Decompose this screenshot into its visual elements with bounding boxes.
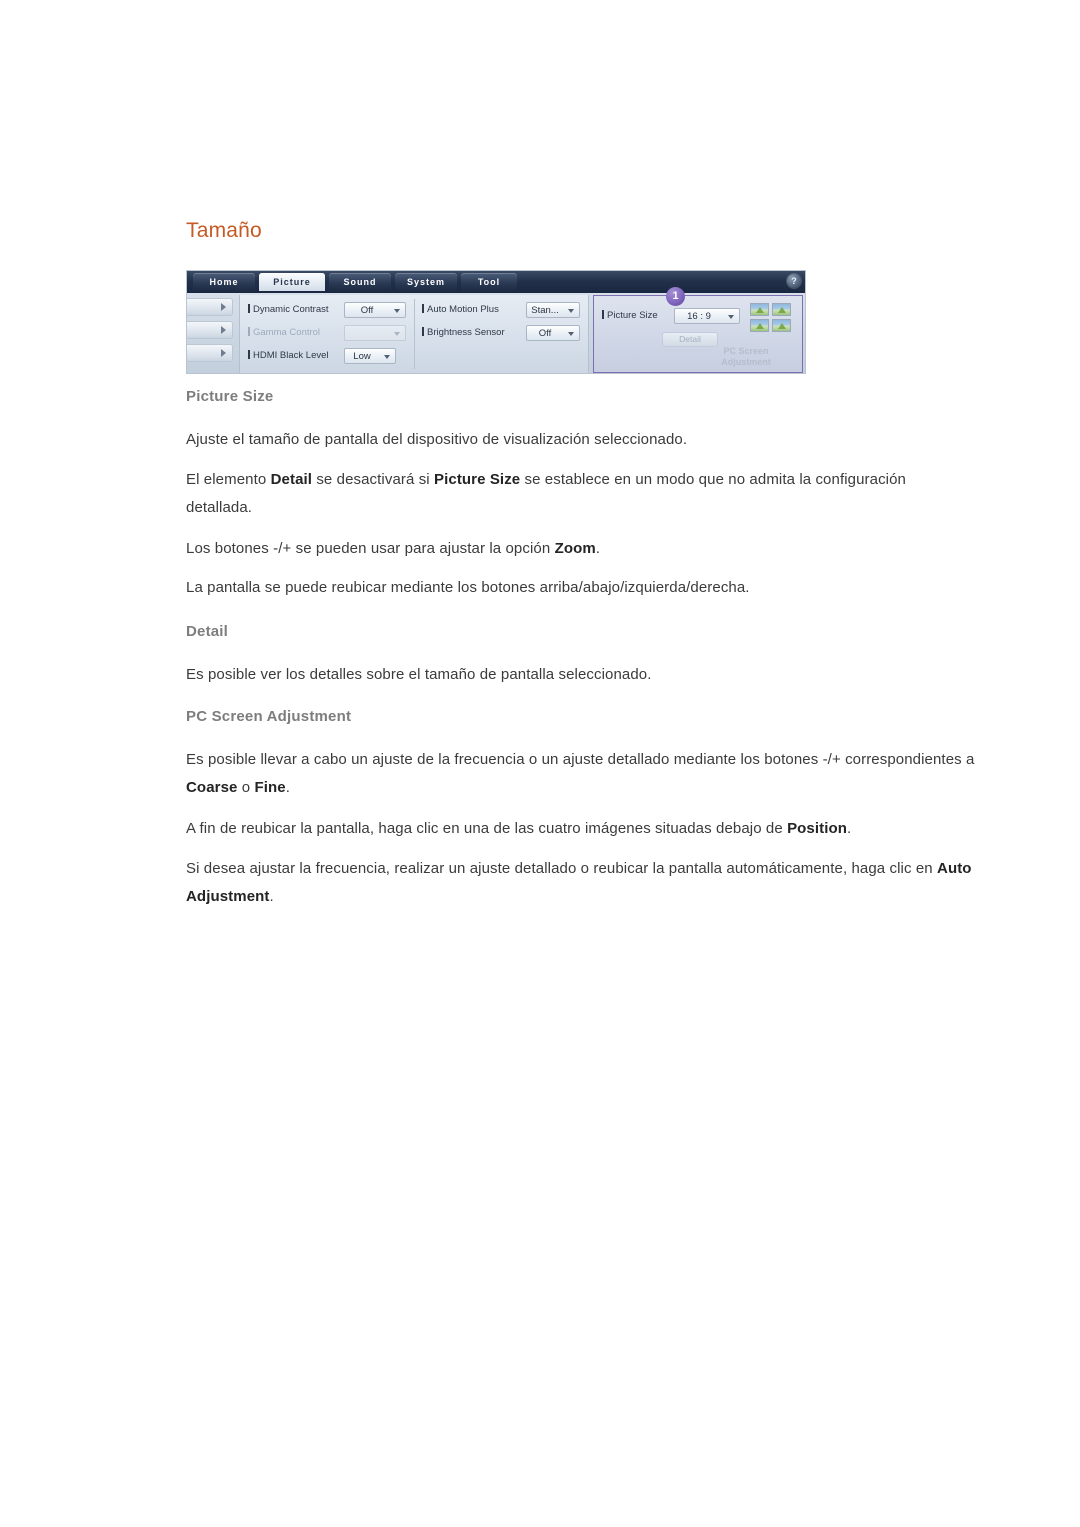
setting-row-dynamic-contrast: Dynamic Contrast Off [248, 300, 408, 320]
bullet-tick-icon [602, 310, 604, 319]
chevron-down-icon [728, 315, 734, 319]
heading-detail: Detail [186, 623, 229, 640]
osd-screenshot-widget: Home Picture Sound System Tool ? Dynamic… [186, 270, 806, 374]
dropdown-brightness-sensor[interactable]: Off [526, 325, 580, 341]
tab-tool[interactable]: Tool [461, 273, 517, 291]
term-detail: Detail [270, 471, 313, 488]
text-frag: o [237, 779, 255, 796]
osd-tab-bar: Home Picture Sound System Tool ? [187, 271, 805, 293]
rail-expand-button-1[interactable] [187, 298, 233, 316]
paragraph-pcsa-3: Si desea ajustar la frecuencia, realizar… [186, 855, 1006, 911]
arrow-icon [778, 307, 786, 313]
position-thumbnail[interactable] [772, 319, 791, 332]
picture-size-panel: 1 Picture Size 16 : 9 Detail PC Screen A… [593, 287, 803, 373]
chevron-down-icon [394, 309, 400, 313]
chevron-down-icon [384, 355, 390, 359]
term-picture-size: Picture Size [434, 471, 521, 488]
setting-row-brightness-sensor: Brightness Sensor Off [422, 323, 582, 343]
text-frag: El elemento [186, 471, 271, 488]
page-title: Tamaño [186, 219, 262, 242]
dropdown-value: Off [538, 328, 552, 339]
arrow-icon [756, 307, 764, 313]
setting-row-picture-size: Picture Size 16 : 9 [602, 308, 740, 326]
setting-label-auto-motion-plus: Auto Motion Plus [422, 300, 499, 320]
term-fine: Fine [254, 779, 286, 796]
tab-home[interactable]: Home [193, 273, 255, 291]
term-coarse: Coarse [186, 779, 238, 796]
text-frag: . [269, 888, 274, 905]
setting-label-dynamic-contrast: Dynamic Contrast [248, 300, 329, 320]
arrow-icon [778, 323, 786, 329]
text-frag: Si desea ajustar la frecuencia, realizar… [186, 860, 938, 877]
position-thumbnail[interactable] [750, 319, 769, 332]
chevron-down-icon [394, 332, 400, 336]
setting-label-brightness-sensor: Brightness Sensor [422, 323, 505, 343]
detail-button[interactable]: Detail [662, 332, 718, 347]
bullet-tick-icon [248, 304, 250, 313]
position-thumbnail-grid[interactable] [750, 303, 792, 333]
heading-pc-screen-adjustment: PC Screen Adjustment [186, 708, 352, 725]
osd-left-rail [187, 295, 237, 373]
dropdown-dynamic-contrast[interactable]: Off [344, 302, 406, 318]
chevron-down-icon [568, 332, 574, 336]
paragraph-pcsa-1: Es posible llevar a cabo un ajuste de la… [186, 746, 1006, 802]
dropdown-value: Off [360, 305, 374, 316]
text-frag: . [285, 779, 290, 796]
rail-expand-button-2[interactable] [187, 321, 233, 339]
setting-row-gamma-control: Gamma Control [248, 323, 408, 343]
pc-screen-adjustment-line2: Adjustment [721, 357, 771, 367]
paragraph-picture-size-2: El elemento Detail se desactivará si Pic… [186, 466, 926, 522]
setting-label-picture-size: Picture Size [602, 308, 658, 324]
setting-label-hdmi-black-level: HDMI Black Level [248, 346, 329, 366]
column-divider [414, 299, 415, 369]
text-frag: . [595, 540, 601, 557]
tab-sound[interactable]: Sound [329, 273, 391, 291]
text-frag: A fin de reubicar la pantalla, haga clic… [186, 820, 788, 837]
dropdown-value: Low [353, 351, 371, 362]
bullet-tick-icon [248, 350, 250, 359]
tab-picture[interactable]: Picture [259, 273, 325, 291]
document-page: Tamaño Home Picture Sound System Tool ? [0, 0, 1080, 1527]
paragraph-picture-size-4: La pantalla se puede reubicar mediante l… [186, 579, 750, 596]
chevron-right-icon [221, 326, 226, 334]
paragraph-detail-1: Es posible ver los detalles sobre el tam… [186, 666, 652, 683]
dropdown-value: 16 : 9 [687, 311, 711, 322]
text-frag: Es posible llevar a cabo un ajuste de la… [186, 751, 975, 768]
tab-system[interactable]: System [395, 273, 457, 291]
dropdown-auto-motion-plus[interactable]: Stan... [526, 302, 580, 318]
osd-settings-area: Dynamic Contrast Off Gamma Control HDMI … [239, 295, 589, 373]
text-frag: . [847, 820, 852, 837]
paragraph-picture-size-3: Los botones -/+ se pueden usar para ajus… [186, 535, 946, 563]
setting-label-gamma-control: Gamma Control [248, 323, 320, 343]
dropdown-value: Stan... [531, 305, 559, 316]
text-frag: Los botones -/+ se pueden usar para ajus… [186, 540, 555, 557]
text-frag: se desactivará si [312, 471, 434, 488]
bullet-tick-icon [422, 327, 424, 336]
rail-expand-button-3[interactable] [187, 344, 233, 362]
position-thumbnail[interactable] [772, 303, 791, 316]
setting-row-hdmi-black-level: HDMI Black Level Low [248, 346, 408, 366]
help-icon[interactable]: ? [787, 274, 801, 288]
bullet-tick-icon [248, 327, 250, 336]
term-zoom: Zoom [554, 540, 596, 557]
dropdown-hdmi-black-level[interactable]: Low [344, 348, 396, 364]
heading-picture-size: Picture Size [186, 388, 274, 405]
dropdown-gamma-control [344, 325, 406, 341]
paragraph-pcsa-2: A fin de reubicar la pantalla, haga clic… [186, 815, 1006, 843]
setting-row-auto-motion-plus: Auto Motion Plus Stan... [422, 300, 582, 320]
term-position: Position [787, 820, 848, 837]
dropdown-picture-size[interactable]: 16 : 9 [674, 308, 740, 324]
pc-screen-adjustment-line1: PC Screen [723, 346, 769, 356]
chevron-right-icon [221, 349, 226, 357]
paragraph-picture-size-1: Ajuste el tamaño de pantalla del disposi… [186, 431, 688, 448]
arrow-icon [756, 323, 764, 329]
chevron-right-icon [221, 303, 226, 311]
pc-screen-adjustment-label: PC Screen Adjustment [696, 346, 796, 368]
bullet-tick-icon [422, 304, 424, 313]
callout-badge-1: 1 [666, 287, 685, 306]
chevron-down-icon [568, 309, 574, 313]
position-thumbnail[interactable] [750, 303, 769, 316]
